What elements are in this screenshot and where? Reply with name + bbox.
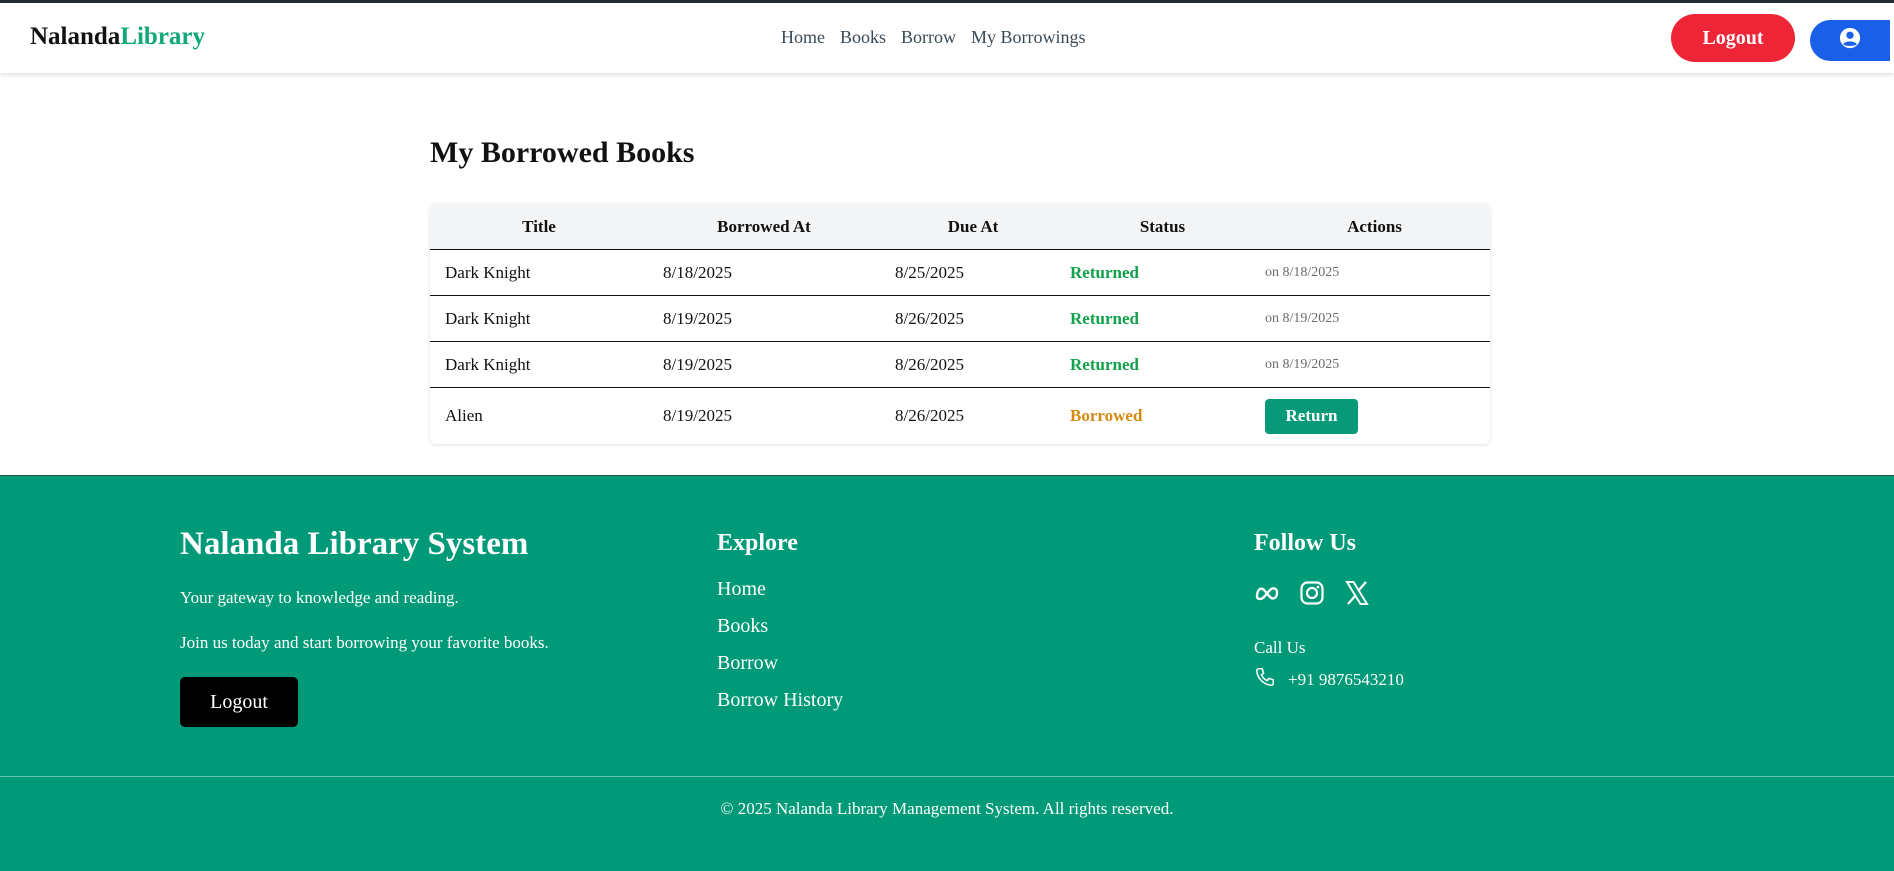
x-icon[interactable] [1344, 580, 1370, 606]
social-links [1254, 580, 1370, 606]
status-badge: Returned [1070, 308, 1139, 328]
borrowings-table: Title Borrowed At Due At Status Actions … [430, 204, 1490, 444]
table-row: Alien 8/19/2025 8/26/2025 Borrowed Retur… [430, 388, 1490, 444]
column-header-title: Title [522, 216, 556, 236]
cell-borrowed-at: 8/18/2025 [663, 262, 732, 282]
footer-explore-links: Home Books Borrow Borrow History [717, 578, 843, 712]
column-header-status: Status [1139, 216, 1186, 236]
cell-title: Dark Knight [445, 308, 531, 328]
footer-link-borrow-history[interactable]: Borrow History [717, 689, 843, 712]
cell-title: Dark Knight [445, 354, 531, 374]
footer-divider [0, 776, 1894, 777]
status-badge: Borrowed [1070, 406, 1143, 425]
cell-due-at: 8/26/2025 [895, 406, 964, 425]
footer-copyright: © 2025 Nalanda Library Management System… [720, 799, 1174, 818]
cell-borrowed-at: 8/19/2025 [663, 354, 732, 374]
status-badge: Returned [1070, 262, 1139, 282]
footer-tagline-secondary: Join us today and start borrowing your f… [180, 633, 549, 652]
nav-my-borrowings-link[interactable]: My Borrowings [971, 27, 1086, 48]
site-footer: Nalanda Library System Your gateway to k… [0, 475, 1894, 871]
brand-name-part2: Library [120, 23, 206, 50]
cell-due-at: 8/26/2025 [895, 354, 964, 374]
table-row: Dark Knight 8/19/2025 8/26/2025 Returned… [430, 296, 1490, 342]
page-title: My Borrowed Books [430, 136, 695, 169]
user-circle-icon [1839, 27, 1861, 54]
site-header: NalandaLibrary Home Books Borrow My Borr… [0, 3, 1894, 73]
nav-borrow-link[interactable]: Borrow [901, 27, 956, 48]
returned-date: on 8/19/2025 [1265, 356, 1340, 372]
actions-cell: Return [1259, 398, 1490, 434]
nav-home-link[interactable]: Home [781, 27, 825, 48]
returned-date: on 8/19/2025 [1265, 310, 1340, 326]
header-logout-button[interactable]: Logout [1671, 14, 1795, 62]
cell-title: Dark Knight [445, 262, 531, 282]
footer-link-home[interactable]: Home [717, 578, 843, 601]
cell-title: Alien [445, 406, 483, 425]
cell-due-at: 8/25/2025 [895, 262, 964, 282]
phone-icon [1254, 666, 1276, 693]
column-header-borrowed-at: Borrowed At [717, 216, 811, 236]
phone-number: +91 9876543210 [1288, 669, 1404, 689]
footer-logout-button[interactable]: Logout [180, 677, 298, 727]
footer-tagline: Your gateway to knowledge and reading. [180, 588, 459, 607]
footer-link-books[interactable]: Books [717, 615, 843, 638]
footer-phone[interactable]: +91 9876543210 [1254, 666, 1404, 693]
status-badge: Returned [1070, 354, 1139, 374]
column-header-due-at: Due At [947, 216, 999, 236]
footer-call-heading: Call Us [1254, 638, 1306, 657]
footer-follow-heading: Follow Us [1254, 530, 1356, 556]
footer-brand: Nalanda Library System [180, 526, 529, 562]
column-header-actions: Actions [1347, 216, 1402, 236]
cell-due-at: 8/26/2025 [895, 308, 964, 328]
cell-borrowed-at: 8/19/2025 [663, 308, 732, 328]
main-nav: Home Books Borrow My Borrowings [781, 27, 1086, 48]
instagram-icon[interactable] [1299, 580, 1325, 606]
user-profile-button[interactable] [1810, 20, 1890, 61]
footer-link-borrow[interactable]: Borrow [717, 652, 843, 675]
table-row: Dark Knight 8/19/2025 8/26/2025 Returned… [430, 342, 1490, 388]
table-header-row: Title Borrowed At Due At Status Actions [430, 204, 1490, 250]
cell-borrowed-at: 8/19/2025 [663, 406, 732, 425]
returned-date: on 8/18/2025 [1265, 264, 1340, 280]
meta-icon[interactable] [1254, 580, 1280, 606]
brand-logo[interactable]: NalandaLibrary [30, 23, 205, 51]
nav-books-link[interactable]: Books [840, 27, 886, 48]
footer-explore-heading: Explore [717, 530, 798, 556]
brand-name-part1: Nalanda [30, 23, 121, 50]
return-button[interactable]: Return [1265, 398, 1358, 434]
table-row: Dark Knight 8/18/2025 8/25/2025 Returned… [430, 250, 1490, 296]
